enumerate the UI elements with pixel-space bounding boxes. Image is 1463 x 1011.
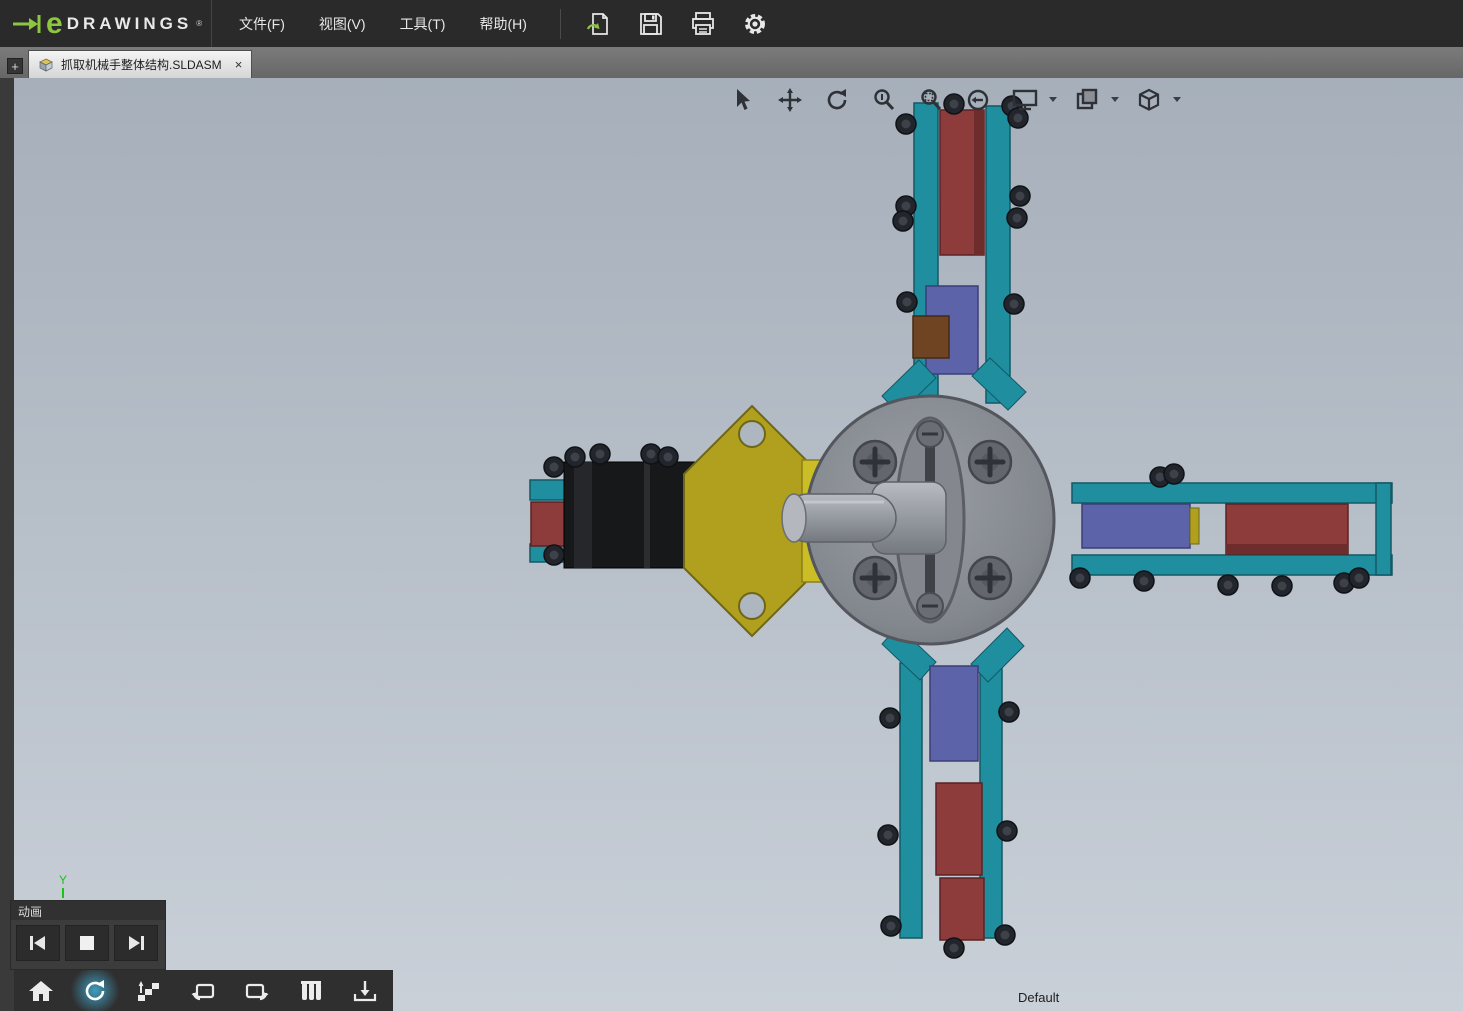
save-button[interactable] <box>629 4 673 44</box>
save-view-icon <box>353 980 377 1001</box>
tab-close-button[interactable]: × <box>229 57 243 72</box>
view-forward-icon <box>245 983 269 1000</box>
markup-icon <box>1076 88 1098 109</box>
previous-view-button[interactable] <box>961 84 995 115</box>
continuous-play-icon <box>85 979 105 1000</box>
gripper-assembly-model <box>529 93 1393 959</box>
fullscreen-dropdown-caret[interactable] <box>1049 97 1057 102</box>
logo-e: e <box>46 6 63 40</box>
save-icon <box>639 12 662 35</box>
pan-tool-button[interactable] <box>773 84 807 115</box>
toolbar-separator <box>559 8 561 39</box>
center-cylinder <box>781 481 947 555</box>
gear-icon <box>744 13 765 34</box>
tab-bar: + 抓取机械手整体结构.SLDASM × <box>0 47 1463 78</box>
animation-panel-title: 动画 <box>11 901 165 920</box>
last-frame-icon <box>129 936 144 950</box>
title-bar: e DRAWINGS ® 文件(F) 视图(V) 工具(T) 帮助(H) <box>0 0 1463 47</box>
zoom-area-icon <box>921 88 942 110</box>
first-frame-icon <box>30 936 45 950</box>
document-tab[interactable]: 抓取机械手整体结构.SLDASM × <box>28 50 253 78</box>
axis-y-label: Y <box>58 873 67 887</box>
configuration-label: Default <box>1018 990 1060 1005</box>
main-toolbar <box>567 4 777 44</box>
top-arm <box>881 93 1031 415</box>
edrawings-logo: e DRAWINGS ® <box>0 0 212 47</box>
view-forward-button[interactable] <box>230 970 284 1011</box>
save-view-button[interactable] <box>338 970 392 1011</box>
markup-button[interactable] <box>1070 84 1104 115</box>
zoom-area-tool-button[interactable] <box>914 84 948 115</box>
previous-view-icon <box>967 89 989 110</box>
logo-registered-mark: ® <box>196 19 203 28</box>
home-button[interactable] <box>14 970 68 1011</box>
bottom-toolbar <box>14 970 393 1011</box>
print-button[interactable] <box>681 4 725 44</box>
menu-bar: 文件(F) 视图(V) 工具(T) 帮助(H) <box>212 0 554 47</box>
stop-button[interactable] <box>65 925 109 961</box>
exploded-view-icon <box>138 980 159 1001</box>
bottom-arm <box>877 625 1025 959</box>
pan-icon <box>778 87 802 112</box>
animation-panel: 动画 <box>10 900 166 970</box>
display-style-icon <box>301 980 321 1000</box>
logo-text: DRAWINGS <box>66 13 193 33</box>
home-icon <box>29 980 53 1001</box>
assembly-cube-icon <box>39 58 53 72</box>
cursor-icon <box>737 88 750 110</box>
view-back-button[interactable] <box>176 970 230 1011</box>
print-icon <box>691 11 714 35</box>
hub <box>804 394 1056 646</box>
new-tab-button[interactable]: + <box>7 58 23 74</box>
menu-view[interactable]: 视图(V) <box>302 1 383 47</box>
left-edge-strip <box>0 78 14 1011</box>
monitor-icon <box>1012 89 1038 110</box>
open-file-icon <box>586 12 608 35</box>
animation-controls <box>11 920 165 966</box>
zoom-icon <box>874 88 895 110</box>
logo-arrow-icon <box>13 14 41 33</box>
select-tool-button[interactable] <box>726 84 760 115</box>
axis-indicator: Y <box>55 873 71 898</box>
menu-tools[interactable]: 工具(T) <box>383 1 463 47</box>
menu-help[interactable]: 帮助(H) <box>462 1 543 47</box>
view-toolbar <box>726 84 1181 115</box>
view-orientation-dropdown-caret[interactable] <box>1173 97 1181 102</box>
menu-file[interactable]: 文件(F) <box>222 1 302 47</box>
markup-dropdown-caret[interactable] <box>1111 97 1119 102</box>
open-button[interactable] <box>577 4 621 44</box>
options-button[interactable] <box>733 4 777 44</box>
3d-viewport[interactable]: Y Default <box>14 78 1463 1011</box>
rotate-icon <box>827 88 847 109</box>
last-frame-button[interactable] <box>114 925 158 961</box>
view-orientation-button[interactable] <box>1132 84 1166 115</box>
stop-icon <box>80 936 94 950</box>
axis-y-arrow <box>62 888 64 898</box>
first-frame-button[interactable] <box>16 925 60 961</box>
exploded-view-button[interactable] <box>122 970 176 1011</box>
fullscreen-button[interactable] <box>1008 84 1042 115</box>
right-arm <box>1069 463 1393 597</box>
tab-title: 抓取机械手整体结构.SLDASM <box>61 58 222 72</box>
zoom-tool-button[interactable] <box>867 84 901 115</box>
view-back-icon <box>191 983 215 1000</box>
display-style-button[interactable] <box>284 970 338 1011</box>
left-arm <box>529 404 845 638</box>
rotate-tool-button[interactable] <box>820 84 854 115</box>
animation-play-button[interactable] <box>68 970 122 1011</box>
cube-icon <box>1138 88 1160 111</box>
